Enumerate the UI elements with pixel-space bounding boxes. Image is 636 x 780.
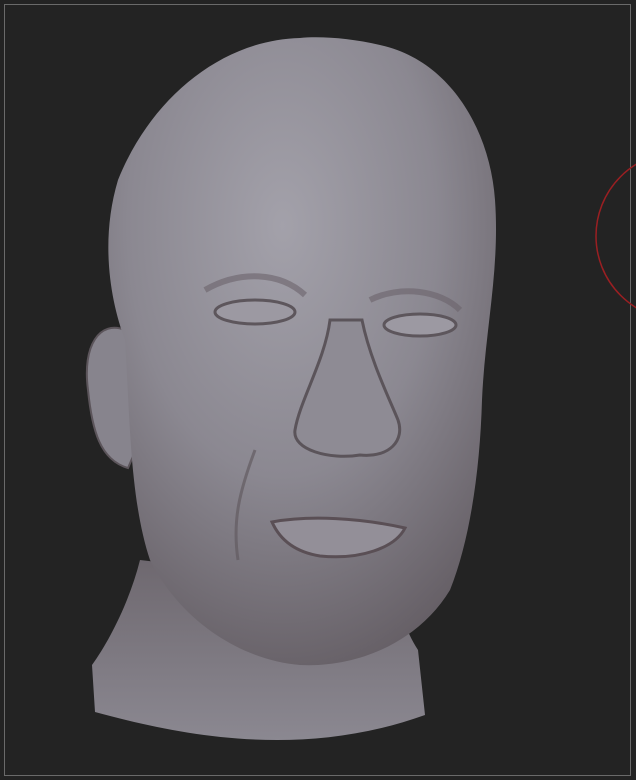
brush-circle-icon (595, 163, 636, 309)
viewport-canvas[interactable] (0, 0, 636, 780)
brush-cursor (595, 163, 636, 309)
head (108, 37, 497, 666)
left-eye (213, 298, 297, 326)
right-eye (382, 312, 458, 338)
sculpted-head-model[interactable] (85, 37, 497, 741)
